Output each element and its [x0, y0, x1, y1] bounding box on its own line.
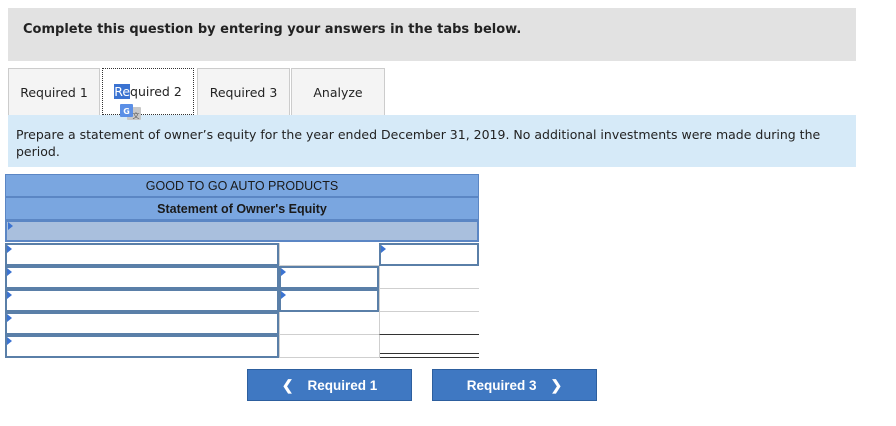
- amount-cell-row-5-col-1: [279, 335, 379, 358]
- amount-input-row-1-col-2[interactable]: [379, 243, 479, 266]
- label-dropdown-row-4[interactable]: [5, 312, 279, 335]
- instruction-text: Prepare a statement of owner’s equity fo…: [16, 127, 821, 159]
- label-dropdown-row-3[interactable]: [5, 289, 279, 312]
- amount-cell-row-3-col-2: [379, 289, 479, 312]
- button-label: Required 1: [307, 377, 378, 393]
- tab-label: Required 1: [20, 84, 88, 100]
- amount-cell-row-2-col-2: [379, 266, 479, 289]
- statement-title-header: Statement of Owner's Equity: [5, 197, 479, 220]
- input-indicator-icon: [281, 291, 286, 299]
- instructions-banner: Complete this question by entering your …: [8, 8, 856, 61]
- button-label: Required 3: [466, 377, 537, 393]
- label-dropdown-row-2[interactable]: [5, 266, 279, 289]
- instruction-panel: Prepare a statement of owner’s equity fo…: [8, 115, 856, 167]
- dropdown-indicator-icon: [7, 268, 12, 276]
- input-indicator-icon: [281, 268, 286, 276]
- amount-input-row-2-col-1[interactable]: [279, 266, 379, 289]
- tab-analyze[interactable]: Analyze: [291, 68, 385, 115]
- amount-cell-row-4-col-2: [379, 312, 479, 335]
- svg-text:G: G: [123, 107, 130, 116]
- statement-title: Statement of Owner's Equity: [157, 201, 327, 216]
- date-input-row[interactable]: [5, 220, 479, 242]
- dropdown-indicator-icon: [7, 291, 12, 299]
- dropdown-indicator-icon: [7, 337, 12, 345]
- tab-label: Required 3: [209, 84, 278, 100]
- dropdown-indicator-icon: [7, 245, 12, 253]
- amount-input-row-3-col-1[interactable]: [279, 289, 379, 312]
- tab-required-1[interactable]: Required 1: [8, 68, 100, 115]
- tab-label: Analyze: [313, 84, 363, 100]
- amount-cell-row-4-col-1: [279, 312, 379, 335]
- amount-cell-row-1-col-1: [279, 243, 379, 266]
- focus-ring: [102, 68, 194, 115]
- dropdown-indicator-icon: [8, 222, 13, 230]
- svg-text:文: 文: [133, 111, 140, 120]
- translate-icon[interactable]: G 文: [118, 103, 142, 121]
- total-cell-row-5-col-2: [379, 335, 479, 358]
- chevron-left-icon: ❮: [281, 376, 294, 393]
- next-required-3-button[interactable]: Required 3 ❯: [432, 369, 597, 401]
- tab-required-2[interactable]: Required 2: [100, 68, 196, 115]
- previous-required-1-button[interactable]: ❮ Required 1: [247, 369, 412, 401]
- company-name: GOOD TO GO AUTO PRODUCTS: [145, 178, 339, 193]
- label-dropdown-row-5[interactable]: [5, 335, 279, 358]
- input-indicator-icon: [381, 245, 386, 253]
- label-dropdown-row-1[interactable]: [5, 243, 279, 266]
- tab-required-3[interactable]: Required 3: [197, 68, 290, 115]
- company-name-header: GOOD TO GO AUTO PRODUCTS: [5, 174, 479, 197]
- chevron-right-icon: ❯: [550, 376, 563, 393]
- dropdown-indicator-icon: [7, 314, 12, 322]
- banner-text: Complete this question by entering your …: [23, 22, 522, 37]
